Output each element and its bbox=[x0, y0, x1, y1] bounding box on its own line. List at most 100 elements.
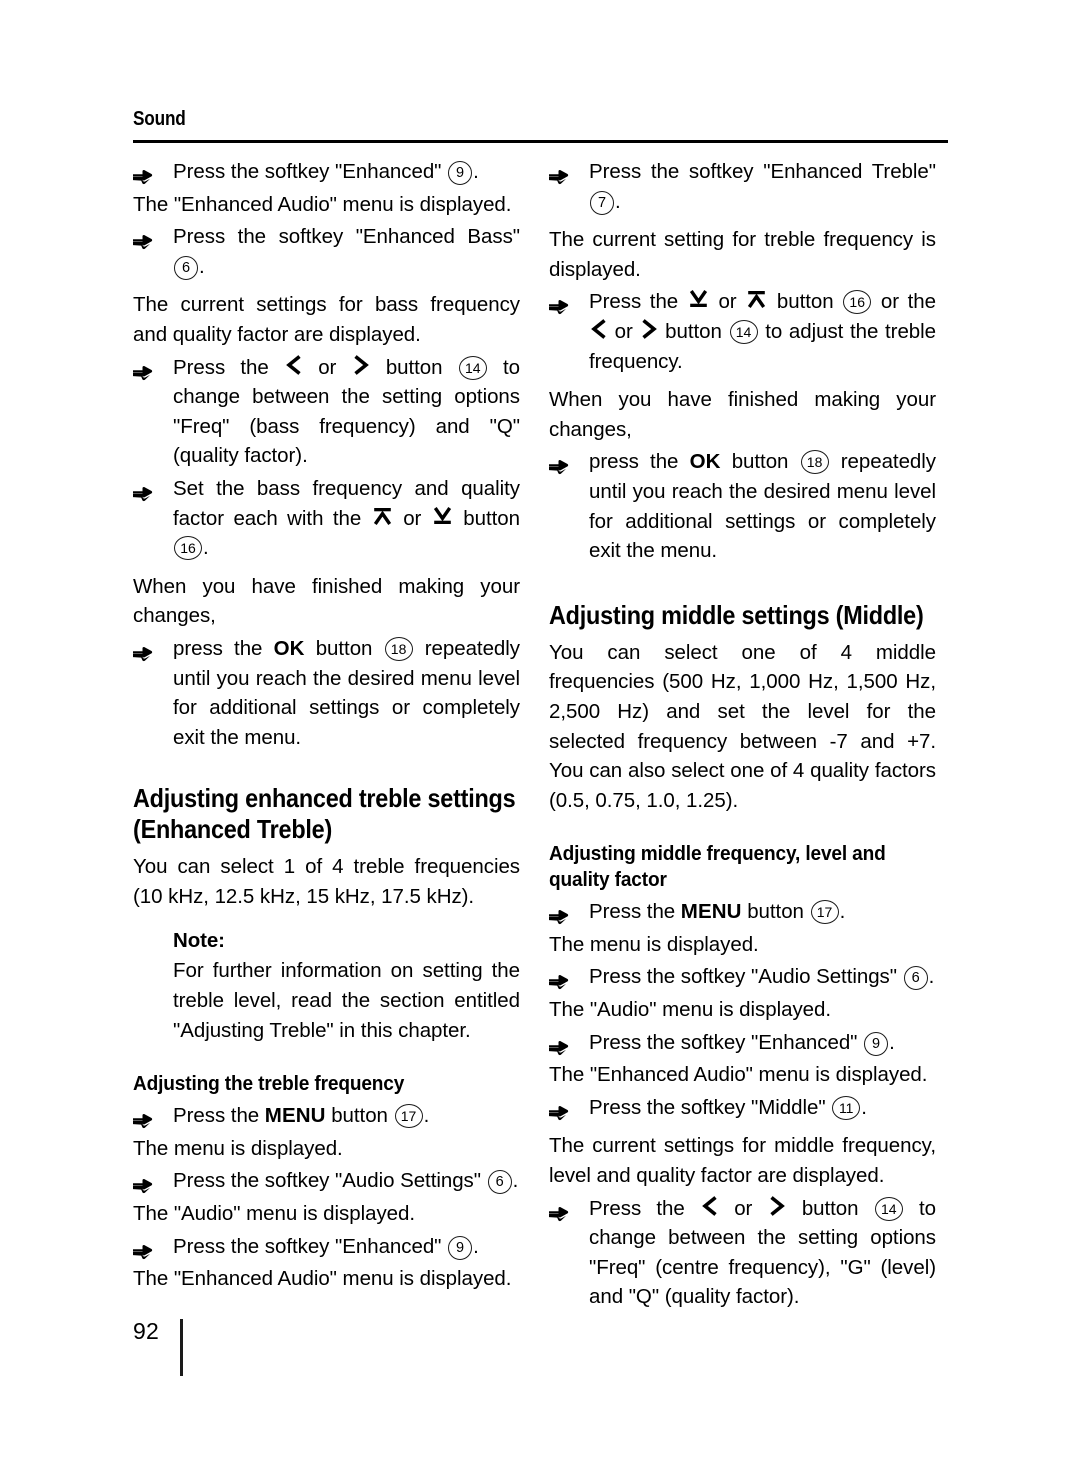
step-press-middle: Press the softkey "Middle" 11. bbox=[549, 1093, 936, 1123]
pointing-hand-icon bbox=[133, 1239, 159, 1259]
pointing-hand-icon bbox=[549, 969, 575, 990]
step-text: button bbox=[325, 1104, 394, 1128]
note-title: Note: bbox=[173, 929, 225, 953]
ref-number: 6 bbox=[174, 255, 198, 280]
result-bass-settings: The current settings for bass frequency … bbox=[133, 293, 520, 346]
step-text-end: . bbox=[615, 189, 621, 213]
step-press-enhanced-2: Press the softkey "Enhanced" 9. bbox=[133, 1232, 520, 1262]
step-press-ok: press the OK button 18 repeatedly until … bbox=[133, 634, 520, 752]
heading-middle-frequency: Adjusting middle frequency, level and qu… bbox=[549, 842, 886, 892]
down-arrow-bar-icon bbox=[688, 289, 709, 309]
left-chevron-icon bbox=[701, 1195, 718, 1216]
step-left-right-button: Press the or button 14 to change between… bbox=[133, 353, 520, 471]
running-head: Sound bbox=[133, 108, 186, 130]
step-text: or bbox=[393, 506, 431, 530]
pointing-hand-icon bbox=[549, 164, 575, 185]
step-press-enhanced: Press the softkey "Enhanced" 9. bbox=[133, 157, 520, 187]
pointing-hand-icon bbox=[549, 1100, 575, 1120]
step-text-end: . bbox=[889, 1030, 895, 1054]
left-chevron-icon bbox=[590, 319, 607, 339]
step-text: or bbox=[608, 319, 640, 343]
left-column: Press the softkey "Enhanced" 9. The "Enh… bbox=[133, 157, 520, 1297]
ref-number: 11 bbox=[832, 1095, 861, 1120]
step-text: or bbox=[302, 355, 352, 379]
pointing-hand-icon bbox=[133, 229, 159, 250]
menu-button-label: MENU bbox=[680, 900, 742, 924]
pointing-hand-icon bbox=[133, 1173, 159, 1194]
step-text: press the bbox=[173, 636, 274, 660]
heading-enhanced-treble: Adjusting enhanced treble settings (Enha… bbox=[133, 783, 516, 845]
result-audio-menu: The "Audio" menu is displayed. bbox=[133, 1202, 415, 1226]
step-text: Press the softkey "Enhanced Treble" bbox=[589, 160, 936, 183]
step-text: button bbox=[453, 506, 520, 530]
step-text: Press the softkey "Audio Settings" bbox=[589, 965, 903, 989]
down-arrow-bar-icon bbox=[432, 506, 453, 526]
pointing-hand-icon bbox=[133, 641, 159, 661]
ref-number: 9 bbox=[448, 161, 473, 185]
step-press-audio-settings: Press the softkey "Audio Settings" 6. bbox=[549, 962, 936, 992]
ref-number: 14 bbox=[729, 319, 758, 344]
step-press-enhanced-treble: Press the softkey "Enhanced Treble" 7. bbox=[549, 157, 936, 216]
step-text: button bbox=[304, 636, 384, 660]
step-text: button bbox=[720, 450, 800, 474]
footer-rule bbox=[180, 1319, 183, 1376]
ref-number: 6 bbox=[487, 1170, 512, 1195]
result-middle-settings: The current settings for middle frequenc… bbox=[549, 1134, 936, 1188]
step-text: button bbox=[768, 290, 843, 314]
right-chevron-icon bbox=[353, 354, 370, 375]
manual-page: Sound Press the softkey "Enhanced" 9. Th… bbox=[0, 0, 1080, 1460]
step-text-end: . bbox=[512, 1169, 519, 1193]
result-enhanced-audio: The "Enhanced Audio" menu is displayed. bbox=[133, 192, 512, 216]
result-audio-menu: The "Audio" menu is displayed. bbox=[549, 998, 831, 1022]
ref-number: 18 bbox=[384, 636, 413, 661]
page-number: 92 bbox=[133, 1318, 159, 1344]
result-enhanced-audio: The "Enhanced Audio" menu is displayed. bbox=[549, 1063, 928, 1087]
step-press-ok: press the OK button 18 repeatedly until … bbox=[549, 447, 936, 565]
ref-number: 6 bbox=[903, 966, 928, 991]
step-text-end: . bbox=[473, 1234, 479, 1258]
note-body: For further information on setting the t… bbox=[173, 959, 520, 1042]
ref-number: 14 bbox=[458, 355, 487, 380]
menu-button-label: MENU bbox=[264, 1104, 326, 1128]
step-text: or the bbox=[872, 290, 936, 314]
step-adjust-treble-frequency: Press the or button 16 or the or button … bbox=[549, 287, 936, 376]
step-text: button bbox=[370, 355, 458, 379]
pointing-hand-icon bbox=[549, 904, 575, 925]
when-finished-text: When you have finished making your chang… bbox=[549, 388, 936, 441]
step-text: Press the bbox=[173, 1104, 265, 1128]
ref-number: 16 bbox=[843, 290, 872, 315]
step-text-end: . bbox=[199, 254, 205, 278]
step-text: Press the softkey "Enhanced" bbox=[173, 1234, 448, 1258]
intro-treble: You can select 1 of 4 treble frequencies… bbox=[133, 855, 520, 908]
left-chevron-icon bbox=[285, 354, 302, 375]
ref-number: 16 bbox=[174, 536, 202, 561]
result-enhanced-audio-2: The "Enhanced Audio" menu is displayed. bbox=[133, 1267, 512, 1291]
step-press-menu: Press the MENU button 17. bbox=[133, 1101, 520, 1131]
heading-middle-settings: Adjusting middle settings (Middle) bbox=[549, 599, 924, 630]
step-text: button bbox=[658, 319, 729, 343]
result-menu: The menu is displayed. bbox=[549, 932, 759, 956]
step-text: or bbox=[709, 290, 746, 314]
step-press-enhanced: Press the softkey "Enhanced" 9. bbox=[549, 1028, 936, 1058]
pointing-hand-icon bbox=[549, 1201, 575, 1221]
step-text: Press the bbox=[173, 355, 284, 379]
ref-number: 18 bbox=[800, 450, 829, 475]
step-text-end: . bbox=[423, 1104, 430, 1128]
step-text: button bbox=[786, 1196, 874, 1220]
result-treble-setting: The current setting for treble frequency… bbox=[549, 228, 936, 281]
step-text-end: . bbox=[861, 1095, 867, 1119]
intro-middle: You can select one of 4 middle frequenci… bbox=[549, 640, 936, 812]
up-arrow-bar-icon bbox=[746, 289, 767, 309]
heading-treble-frequency: Adjusting the treble frequency bbox=[133, 1072, 405, 1096]
step-text-end: . bbox=[839, 900, 846, 924]
step-press-enhanced-bass: Press the softkey "Enhanced Bass" 6. bbox=[133, 222, 520, 281]
step-text: Press the bbox=[589, 290, 687, 314]
step-text: Press the softkey "Enhanced Bass" bbox=[173, 225, 520, 249]
step-text: Press the softkey "Enhanced" bbox=[589, 1030, 864, 1054]
step-set-bass-frequency: Set the bass frequency and quality facto… bbox=[133, 474, 520, 563]
pointing-hand-icon bbox=[549, 1035, 575, 1055]
pointing-hand-icon bbox=[133, 164, 159, 185]
ref-number: 17 bbox=[810, 900, 839, 925]
ok-button-label: OK bbox=[273, 636, 305, 660]
ref-number: 7 bbox=[590, 190, 614, 215]
